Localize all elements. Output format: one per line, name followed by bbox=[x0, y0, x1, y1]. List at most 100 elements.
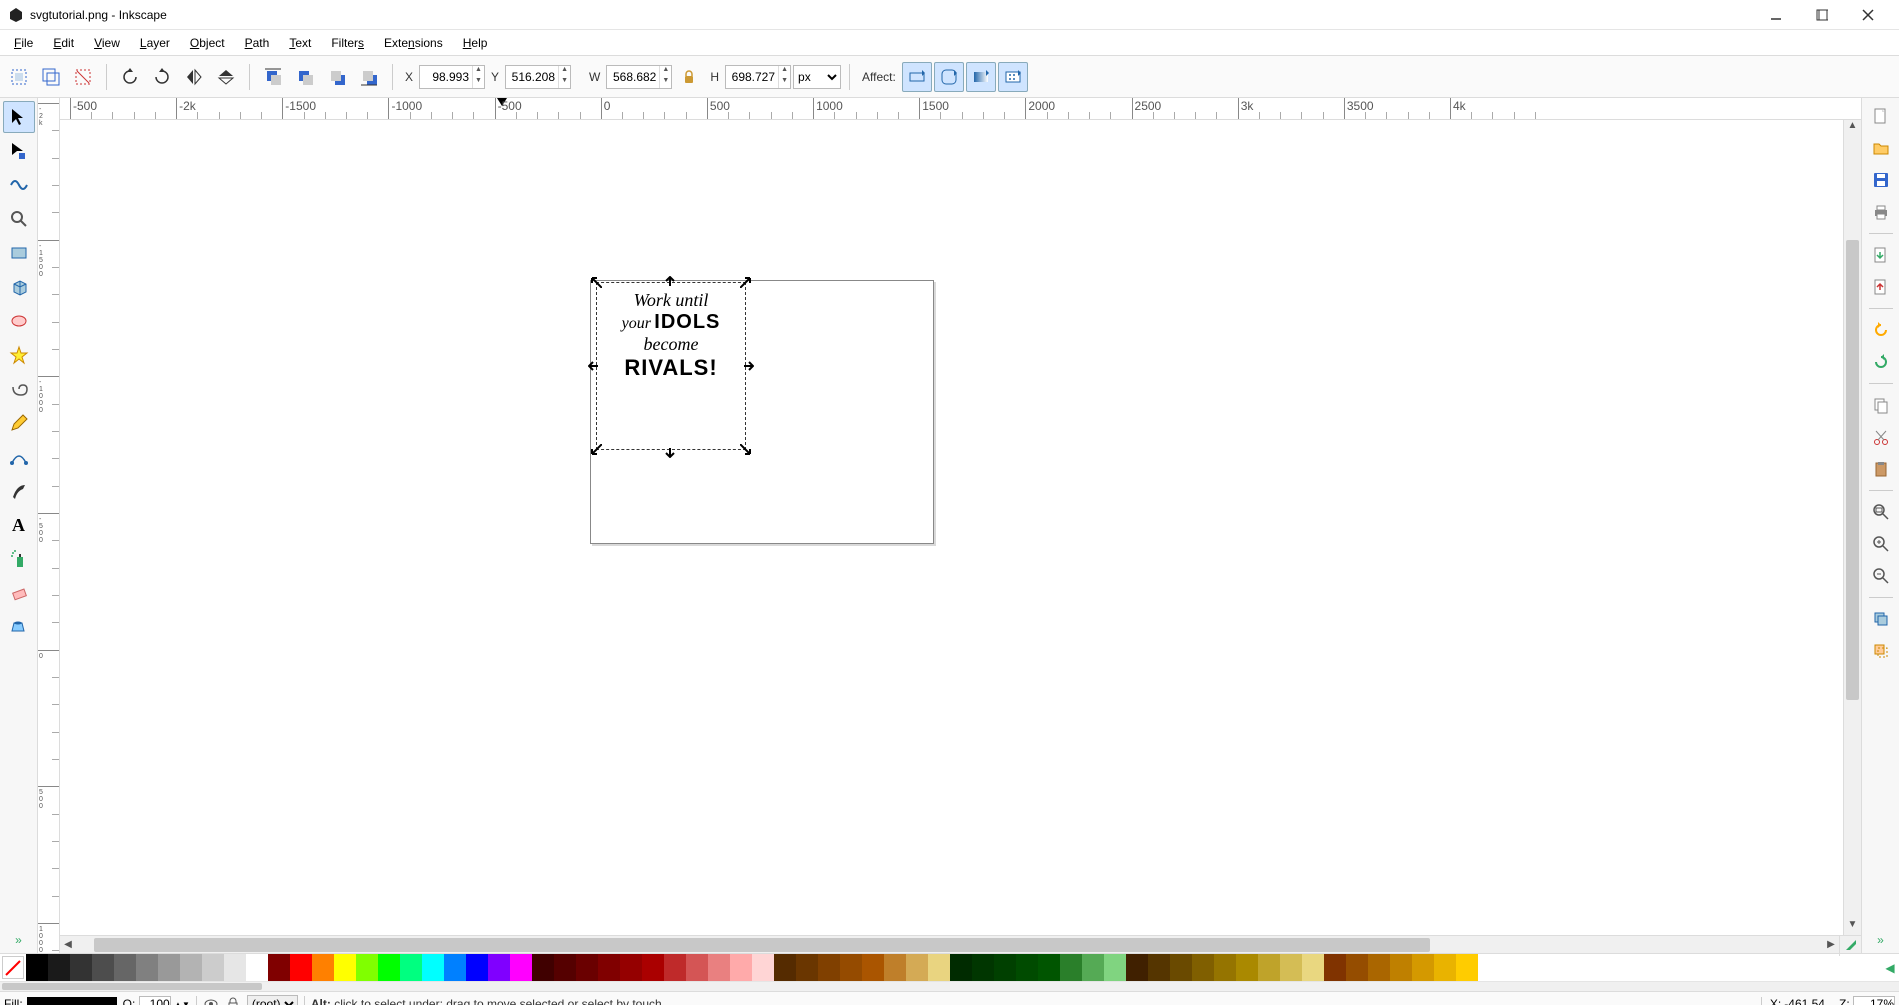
affect-pattern-button[interactable] bbox=[998, 62, 1028, 92]
vertical-ruler[interactable]: -2k-1500-1000-50005001000 bbox=[38, 98, 60, 953]
color-swatch[interactable] bbox=[972, 954, 994, 981]
menu-text[interactable]: Text bbox=[279, 30, 321, 55]
text-tool[interactable]: A bbox=[3, 509, 35, 541]
menu-file[interactable]: File bbox=[4, 30, 43, 55]
color-swatch[interactable] bbox=[950, 954, 972, 981]
menu-object[interactable]: Object bbox=[180, 30, 235, 55]
bucket-tool[interactable] bbox=[3, 611, 35, 643]
color-swatch[interactable] bbox=[818, 954, 840, 981]
handle-s[interactable] bbox=[664, 446, 676, 458]
color-swatch[interactable] bbox=[576, 954, 598, 981]
minimize-button[interactable] bbox=[1753, 0, 1799, 30]
toolbox-expand-button[interactable]: » bbox=[9, 927, 28, 953]
color-swatch[interactable] bbox=[994, 954, 1016, 981]
color-swatch[interactable] bbox=[620, 954, 642, 981]
redo-button[interactable] bbox=[1865, 347, 1897, 377]
color-swatch[interactable] bbox=[356, 954, 378, 981]
zoom-page-button[interactable] bbox=[1865, 561, 1897, 591]
clone-button[interactable] bbox=[1865, 636, 1897, 666]
color-swatch[interactable] bbox=[1104, 954, 1126, 981]
color-swatch[interactable] bbox=[862, 954, 884, 981]
color-swatch[interactable] bbox=[290, 954, 312, 981]
color-swatch[interactable] bbox=[268, 954, 290, 981]
menu-extensions[interactable]: Extensions bbox=[374, 30, 453, 55]
color-swatch[interactable] bbox=[1016, 954, 1038, 981]
color-swatch[interactable] bbox=[906, 954, 928, 981]
color-swatch[interactable] bbox=[884, 954, 906, 981]
color-swatch[interactable] bbox=[158, 954, 180, 981]
color-swatch[interactable] bbox=[1280, 954, 1302, 981]
horizontal-ruler[interactable]: -500-2k-1500-1000-5000500100015002000250… bbox=[60, 98, 1861, 120]
palette-scrollbar[interactable] bbox=[0, 981, 1899, 991]
save-button[interactable] bbox=[1865, 165, 1897, 195]
palette-menu-button[interactable]: ◀ bbox=[1881, 954, 1899, 981]
color-swatch[interactable] bbox=[312, 954, 334, 981]
calligraphy-tool[interactable] bbox=[3, 475, 35, 507]
handle-nw[interactable] bbox=[590, 276, 602, 288]
horizontal-scrollbar[interactable]: ◀ ▶ bbox=[60, 935, 1861, 953]
color-swatch[interactable] bbox=[466, 954, 488, 981]
box3d-tool[interactable] bbox=[3, 271, 35, 303]
tweak-tool[interactable] bbox=[3, 169, 35, 201]
cut-button[interactable] bbox=[1865, 422, 1897, 452]
open-button[interactable] bbox=[1865, 133, 1897, 163]
eraser-tool[interactable] bbox=[3, 577, 35, 609]
lock-toggle[interactable] bbox=[225, 996, 241, 1005]
flip-vertical-button[interactable] bbox=[211, 62, 241, 92]
quick-color-button[interactable] bbox=[1839, 934, 1861, 956]
copy-button[interactable] bbox=[1865, 390, 1897, 420]
menu-help[interactable]: Help bbox=[453, 30, 498, 55]
vertical-scroll-thumb[interactable] bbox=[1846, 240, 1859, 700]
node-tool[interactable] bbox=[3, 135, 35, 167]
export-button[interactable] bbox=[1865, 272, 1897, 302]
h-input[interactable]: ▲▼ bbox=[725, 65, 791, 89]
lower-button[interactable] bbox=[322, 62, 352, 92]
select-tool[interactable] bbox=[3, 101, 35, 133]
quote-graphic[interactable]: Work until your IDOLS become RIVALS! bbox=[605, 290, 737, 381]
color-swatch[interactable] bbox=[554, 954, 576, 981]
maximize-button[interactable] bbox=[1799, 0, 1845, 30]
lower-bottom-button[interactable] bbox=[354, 62, 384, 92]
affect-corners-button[interactable] bbox=[934, 62, 964, 92]
lock-aspect-button[interactable] bbox=[674, 62, 704, 92]
color-swatch[interactable] bbox=[752, 954, 774, 981]
fill-swatch[interactable] bbox=[27, 997, 117, 1005]
opacity-input[interactable] bbox=[139, 996, 171, 1005]
select-all-layers-button[interactable] bbox=[36, 62, 66, 92]
color-swatch[interactable] bbox=[1170, 954, 1192, 981]
handle-w[interactable] bbox=[588, 360, 600, 372]
color-swatch[interactable] bbox=[202, 954, 224, 981]
color-swatch[interactable] bbox=[1082, 954, 1104, 981]
x-input[interactable]: ▲▼ bbox=[419, 65, 485, 89]
commandbar-expand-button[interactable]: » bbox=[1871, 927, 1890, 953]
color-swatch[interactable] bbox=[1126, 954, 1148, 981]
color-swatch[interactable] bbox=[70, 954, 92, 981]
color-swatch[interactable] bbox=[1456, 954, 1478, 981]
color-swatch[interactable] bbox=[1412, 954, 1434, 981]
color-swatch[interactable] bbox=[1302, 954, 1324, 981]
pencil-tool[interactable] bbox=[3, 407, 35, 439]
menu-layer[interactable]: Layer bbox=[130, 30, 180, 55]
color-swatch[interactable] bbox=[1148, 954, 1170, 981]
color-swatch[interactable] bbox=[136, 954, 158, 981]
close-button[interactable] bbox=[1845, 0, 1891, 30]
rectangle-tool[interactable] bbox=[3, 237, 35, 269]
color-swatch[interactable] bbox=[92, 954, 114, 981]
menu-filters[interactable]: Filters bbox=[321, 30, 374, 55]
color-swatch[interactable] bbox=[1324, 954, 1346, 981]
print-button[interactable] bbox=[1865, 197, 1897, 227]
rotate-cw-button[interactable] bbox=[147, 62, 177, 92]
paste-button[interactable] bbox=[1865, 454, 1897, 484]
affect-stroke-button[interactable] bbox=[902, 62, 932, 92]
visibility-toggle[interactable] bbox=[203, 996, 219, 1005]
color-swatch[interactable] bbox=[180, 954, 202, 981]
color-swatch[interactable] bbox=[1434, 954, 1456, 981]
color-swatch[interactable] bbox=[774, 954, 796, 981]
menu-view[interactable]: View bbox=[84, 30, 130, 55]
raise-top-button[interactable] bbox=[258, 62, 288, 92]
y-input[interactable]: ▲▼ bbox=[505, 65, 571, 89]
color-swatch[interactable] bbox=[1060, 954, 1082, 981]
color-swatch[interactable] bbox=[1390, 954, 1412, 981]
spray-tool[interactable] bbox=[3, 543, 35, 575]
handle-ne[interactable] bbox=[740, 276, 752, 288]
